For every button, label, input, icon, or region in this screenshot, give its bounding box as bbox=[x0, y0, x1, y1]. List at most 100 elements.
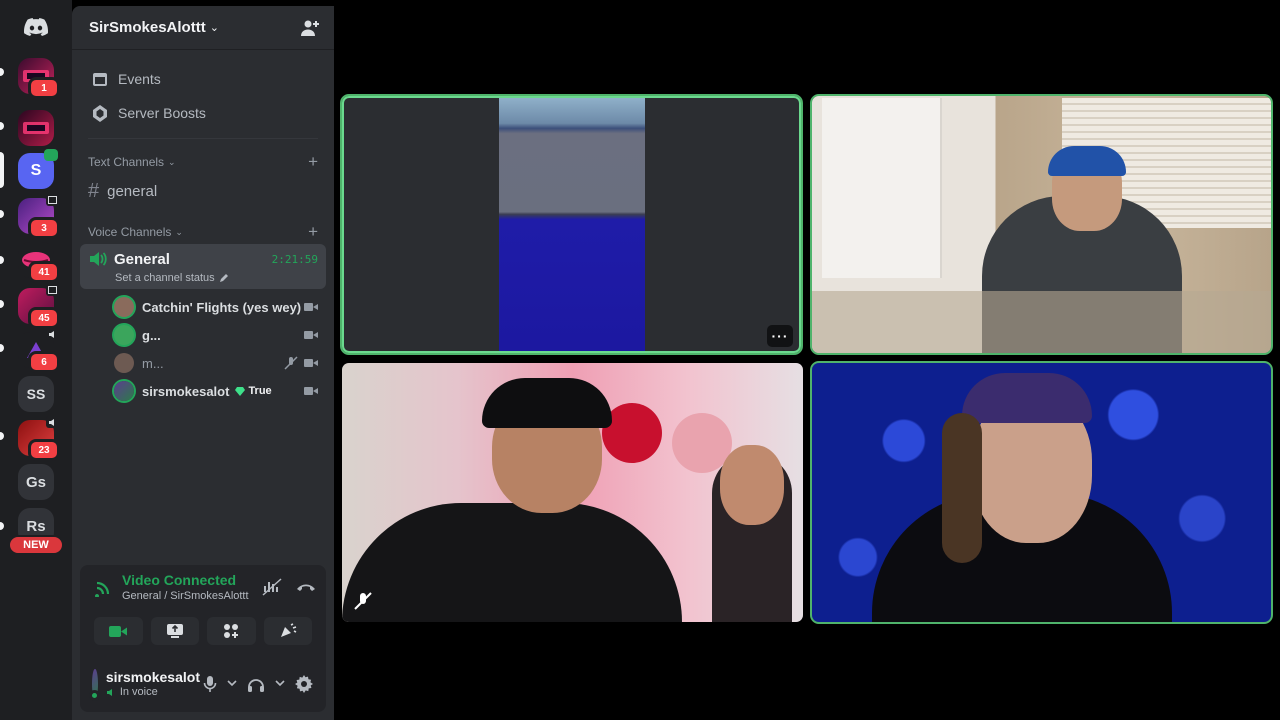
video-feed-portrait bbox=[499, 98, 645, 351]
server-neon-icon[interactable] bbox=[18, 110, 54, 146]
activities-icon bbox=[224, 624, 239, 638]
headphones-button[interactable] bbox=[244, 670, 268, 698]
text-channels-category[interactable]: Text Channels ⌄ + bbox=[72, 150, 334, 174]
server-header[interactable]: SirSmokesAlottt ⌄ bbox=[72, 6, 334, 50]
calendar-icon bbox=[90, 69, 110, 89]
server-purple-icon[interactable]: 3 bbox=[18, 194, 60, 239]
channel-status-placeholder[interactable]: Set a channel status bbox=[115, 272, 215, 284]
avatar bbox=[114, 297, 134, 317]
voice-channel-name: General bbox=[114, 250, 170, 268]
server-purple-logo-icon[interactable]: 6 bbox=[18, 328, 60, 373]
server-neon-icon[interactable]: 1 bbox=[18, 58, 60, 99]
channel-general[interactable]: # general bbox=[80, 174, 326, 208]
user-status: In voice bbox=[119, 686, 158, 698]
video-tile[interactable] bbox=[810, 361, 1273, 624]
server-ss-label: SS bbox=[26, 386, 46, 402]
server-red-icon[interactable]: 23 bbox=[18, 416, 60, 461]
chevron-down-icon bbox=[227, 680, 237, 687]
server-boosts-label: Server Boosts bbox=[118, 105, 206, 121]
speaker-icon bbox=[90, 252, 107, 266]
video-feed-cap bbox=[1048, 146, 1126, 176]
camera-button[interactable] bbox=[94, 617, 143, 645]
discord-home-icon[interactable] bbox=[18, 9, 54, 45]
selected-pill bbox=[0, 152, 4, 188]
connection-signal-icon bbox=[95, 581, 110, 597]
video-tile[interactable] bbox=[810, 94, 1273, 355]
invite-people-icon[interactable] bbox=[300, 18, 320, 38]
pencil-icon bbox=[219, 274, 228, 282]
headphones-icon bbox=[248, 678, 264, 692]
speaker-icon bbox=[46, 416, 58, 428]
unread-pill bbox=[0, 256, 4, 264]
video-tile[interactable]: ··· bbox=[340, 94, 803, 355]
disconnect-icon[interactable] bbox=[296, 580, 316, 594]
voice-channels-category[interactable]: Voice Channels ⌄ + bbox=[72, 220, 334, 244]
server-lips-icon[interactable]: 41 bbox=[18, 242, 60, 283]
unread-pill bbox=[0, 522, 4, 530]
chevron-down-icon: ⌄ bbox=[168, 156, 176, 167]
chat-bubble-icon bbox=[44, 149, 58, 161]
video-camera-icon bbox=[304, 303, 318, 311]
voice-member[interactable]: Catchin' Flights (yes wey) bbox=[72, 293, 334, 321]
server-gs-label: Gs bbox=[25, 473, 46, 491]
soundboard-icon bbox=[280, 623, 297, 637]
voice-member[interactable]: g... bbox=[72, 321, 334, 349]
server-text-art-icon[interactable]: 45 bbox=[18, 284, 60, 329]
video-tile[interactable] bbox=[342, 363, 803, 622]
create-channel-icon[interactable]: + bbox=[308, 222, 318, 242]
screen-share-button[interactable] bbox=[150, 617, 199, 645]
online-status-dot bbox=[88, 689, 100, 701]
server-badge: 45 bbox=[28, 307, 60, 329]
channel-name: general bbox=[107, 182, 158, 200]
user-avatar[interactable] bbox=[88, 668, 100, 701]
member-name: g... bbox=[142, 327, 161, 343]
microphone-options-button[interactable] bbox=[224, 670, 240, 698]
server-rs-label: Rs bbox=[26, 517, 46, 535]
headphones-options-button[interactable] bbox=[272, 670, 288, 698]
unread-pill bbox=[0, 122, 4, 130]
window-icon bbox=[46, 284, 58, 296]
server-name: SirSmokesAlottt bbox=[89, 19, 206, 36]
user-panel: sirsmokesalot In voice bbox=[80, 655, 326, 712]
server-badge: 41 bbox=[28, 261, 60, 283]
voice-member[interactable]: sirsmokesalot True bbox=[72, 377, 334, 405]
microphone-button[interactable] bbox=[200, 670, 220, 698]
boost-icon bbox=[90, 103, 110, 123]
avatar bbox=[114, 353, 134, 373]
voice-channels-label: Voice Channels bbox=[88, 225, 172, 239]
unread-pill bbox=[0, 432, 4, 440]
video-feed-cap bbox=[482, 378, 612, 428]
voice-channel-general[interactable]: General 2:21:59 Set a channel status bbox=[80, 244, 326, 289]
unread-pill bbox=[0, 344, 4, 352]
server-s-icon[interactable]: S bbox=[18, 149, 58, 189]
microphone-muted-icon bbox=[284, 356, 298, 370]
microphone-muted-icon bbox=[354, 592, 372, 610]
video-feed-door bbox=[822, 98, 942, 278]
server-ss-icon[interactable]: SS bbox=[18, 376, 54, 412]
more-options-button[interactable]: ··· bbox=[767, 325, 793, 347]
rtc-connection-panel: Video Connected General / SirSmokesAlott… bbox=[80, 565, 326, 655]
voice-member[interactable]: m... bbox=[72, 349, 334, 377]
connection-location: General / SirSmokesAlottt bbox=[122, 590, 249, 602]
video-stage: ··· bbox=[334, 6, 1280, 720]
hash-icon: # bbox=[88, 179, 100, 202]
noise-suppression-icon[interactable] bbox=[262, 578, 282, 596]
events-label: Events bbox=[118, 71, 161, 87]
gem-icon bbox=[235, 386, 246, 396]
server-gs-icon[interactable]: Gs bbox=[18, 464, 54, 500]
events-link[interactable]: Events bbox=[72, 62, 334, 96]
connection-status[interactable]: Video Connected bbox=[122, 572, 249, 588]
create-channel-icon[interactable]: + bbox=[308, 152, 318, 172]
user-name[interactable]: sirsmokesalot bbox=[106, 669, 200, 685]
soundboard-button[interactable] bbox=[263, 617, 312, 645]
video-feed-beanie bbox=[962, 373, 1092, 423]
activities-button[interactable] bbox=[207, 617, 256, 645]
server-boosts-link[interactable]: Server Boosts bbox=[72, 96, 334, 130]
avatar bbox=[114, 381, 134, 401]
video-camera-icon bbox=[304, 387, 318, 395]
settings-button[interactable] bbox=[292, 670, 316, 698]
video-feed-hair bbox=[942, 413, 982, 563]
microphone-icon bbox=[203, 675, 217, 692]
text-channels-label: Text Channels bbox=[88, 155, 165, 169]
chevron-down-icon bbox=[275, 680, 285, 687]
